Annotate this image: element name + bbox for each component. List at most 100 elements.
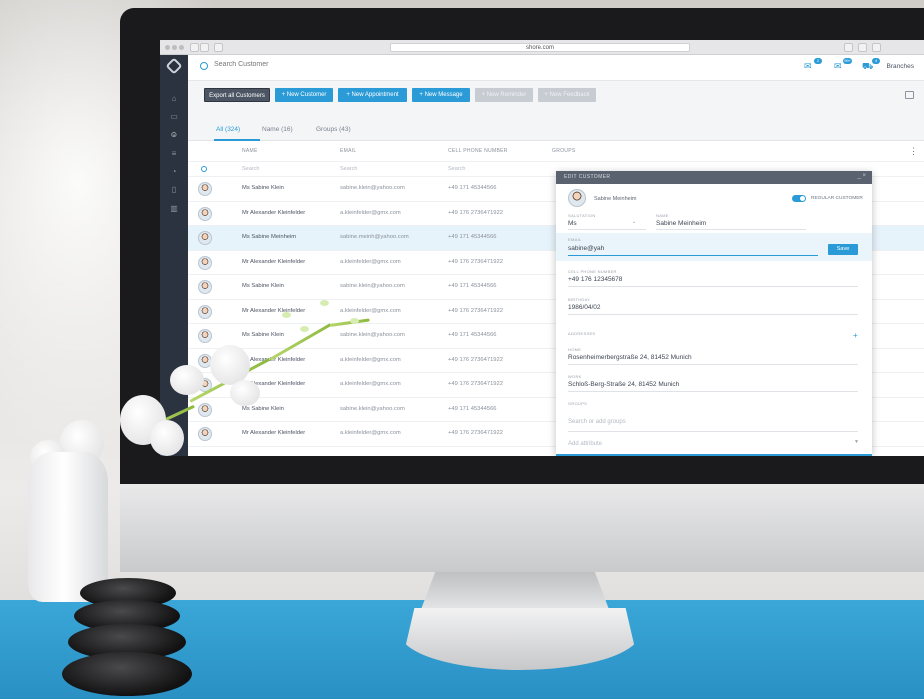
customer-name-cell: Ms Sabine Klein <box>242 283 284 289</box>
new-reminder-button[interactable]: + New Reminder <box>475 88 533 102</box>
add-address-icon[interactable]: + <box>853 331 858 340</box>
avatar <box>198 206 212 221</box>
new-message-button[interactable]: + New Message <box>412 88 470 102</box>
filter-search-icon <box>201 166 207 172</box>
attribute-chevron-down-icon[interactable]: ▼ <box>854 439 859 445</box>
orchid-flower <box>150 420 184 456</box>
address-bar[interactable]: shore.com <box>390 43 690 52</box>
downloads-button[interactable] <box>872 43 881 52</box>
action-toolbar: Export all Customers + New Customer + Ne… <box>188 81 924 111</box>
work-address-field[interactable]: Schloß-Berg-Straße 24, 81452 Munich <box>568 381 679 388</box>
edit-customer-panel: Edit customer _ × Sabine Meinheim Regula… <box>556 171 872 456</box>
regular-customer-toggle[interactable] <box>792 195 806 202</box>
column-header-groups[interactable]: Groups <box>552 148 575 154</box>
calendar-icon[interactable]: ▭ <box>169 113 179 121</box>
orchid-flower <box>210 345 250 385</box>
search-input[interactable] <box>214 61 414 68</box>
orchid-bud <box>320 300 329 306</box>
cart-badge: 4 <box>872 58 880 64</box>
customers-icon[interactable]: ☺ <box>169 131 179 139</box>
customer-email-cell: a.kleinfelder@gmx.com <box>340 356 401 363</box>
email-field[interactable]: sabine@yah <box>568 245 604 252</box>
branches-menu[interactable]: Branches <box>887 63 914 70</box>
birthday-underline <box>568 314 858 315</box>
orchid-bud <box>300 326 309 332</box>
back-button[interactable] <box>190 43 199 52</box>
salutation-label: Salutation <box>568 213 596 218</box>
forward-button[interactable] <box>200 43 209 52</box>
customer-phone-cell: +49 176 2736471922 <box>448 258 503 265</box>
avatar <box>198 231 212 245</box>
zoom-window-icon[interactable] <box>179 45 184 50</box>
new-customer-button[interactable]: + New Customer <box>275 88 333 102</box>
new-appointment-button[interactable]: + New Appointment <box>338 88 407 102</box>
customer-phone-cell: +49 171 45344566 <box>448 234 497 240</box>
customer-email-cell: sabine.klein@yahoo.com <box>340 185 405 191</box>
cart-icon[interactable]: ⛟ 4 <box>862 58 880 71</box>
groups-search-input[interactable]: Search or add groups <box>568 419 626 425</box>
save-button[interactable]: Save <box>828 244 858 255</box>
home-address-field[interactable]: Rosenheimerbergstraße 24, 81452 Munich <box>568 354 692 361</box>
zen-stone <box>62 652 192 696</box>
column-header-email[interactable]: Email <box>340 148 357 154</box>
tab-name[interactable]: Name (16) <box>262 126 293 133</box>
list-icon[interactable]: ≡ <box>169 150 179 158</box>
new-feedback-button[interactable]: + New Feedback <box>538 88 596 102</box>
app-sidebar: ⌂ ▭ ☺ ≡ ◔ ▯ ▥ <box>160 55 188 456</box>
panel-window-controls[interactable]: _ × <box>857 173 866 179</box>
phone-field[interactable]: +49 176 12345678 <box>568 276 622 283</box>
statistics-icon[interactable]: ▥ <box>169 205 179 213</box>
customer-name-cell: Mr Alexander Kleinfelder <box>242 209 306 216</box>
birthday-field[interactable]: 1986/04/02 <box>568 304 601 311</box>
customer-name-cell: Mr Alexander Kleinfelder <box>242 258 306 265</box>
panel-bottom-accent <box>556 454 872 456</box>
document-icon[interactable]: ▯ <box>169 186 179 194</box>
bell-icon[interactable]: ◔ <box>169 168 179 176</box>
tab-all[interactable]: All (324) <box>216 126 240 133</box>
salutation-select[interactable]: Ms <box>568 220 577 227</box>
panel-customer-name: Sabine Meinheim <box>594 196 637 202</box>
tabs-button[interactable] <box>858 43 867 52</box>
customer-name-cell: Mr Alexander Kleinfelder <box>242 430 306 436</box>
close-window-icon[interactable] <box>165 45 170 50</box>
name-field[interactable]: Sabine Meinheim <box>656 220 706 227</box>
share-button[interactable] <box>844 43 853 52</box>
name-underline <box>656 229 806 230</box>
email-filter-input[interactable]: Search <box>340 166 357 172</box>
phone-underline <box>568 286 858 287</box>
search-icon[interactable] <box>200 62 208 70</box>
home-icon[interactable]: ⌂ <box>169 95 179 103</box>
minimize-window-icon[interactable] <box>172 45 177 50</box>
customer-email-cell: a.kleinfelder@gmx.com <box>340 430 401 436</box>
avatar <box>568 189 586 207</box>
messages-icon[interactable]: ✉ 99+ <box>834 58 852 71</box>
inbox-icon[interactable]: ✉ 2 <box>804 58 822 71</box>
panel-header: Edit customer _ × <box>556 171 872 184</box>
groups-label: Groups <box>568 401 588 406</box>
customer-email-cell: sabine.klein@yahoo.com <box>340 332 405 338</box>
home-address-underline <box>568 364 858 365</box>
messages-badge: 99+ <box>843 58 852 64</box>
add-attribute-select[interactable]: Add attribute <box>568 441 602 447</box>
printer-icon[interactable] <box>905 91 914 99</box>
more-options-icon[interactable]: ⋮ <box>909 146 918 157</box>
avatar <box>198 255 212 270</box>
column-header-phone[interactable]: Cell phone number <box>448 148 508 154</box>
logo-icon[interactable] <box>165 57 183 75</box>
avatar <box>198 427 212 441</box>
customer-email-cell: a.kleinfelder@gmx.com <box>340 307 401 314</box>
chevron-down-icon[interactable]: ⌄ <box>632 219 636 225</box>
browser-toolbar: shore.com <box>160 40 924 55</box>
email-label: Email <box>568 237 582 242</box>
sidebar-toggle-button[interactable] <box>214 43 223 52</box>
export-customers-button[interactable]: Export all Customers <box>204 88 270 102</box>
addresses-label: Addresses <box>568 331 596 336</box>
name-filter-input[interactable]: Search <box>242 166 259 172</box>
customer-tabs: All (324) Name (16) Groups (43) <box>188 123 924 141</box>
name-label: Name <box>656 213 669 218</box>
column-header-name[interactable]: Name <box>242 148 258 154</box>
white-vase <box>28 452 108 602</box>
orchid-bud <box>350 318 359 324</box>
tab-groups[interactable]: Groups (43) <box>316 126 351 133</box>
phone-filter-input[interactable]: Search <box>448 166 465 172</box>
